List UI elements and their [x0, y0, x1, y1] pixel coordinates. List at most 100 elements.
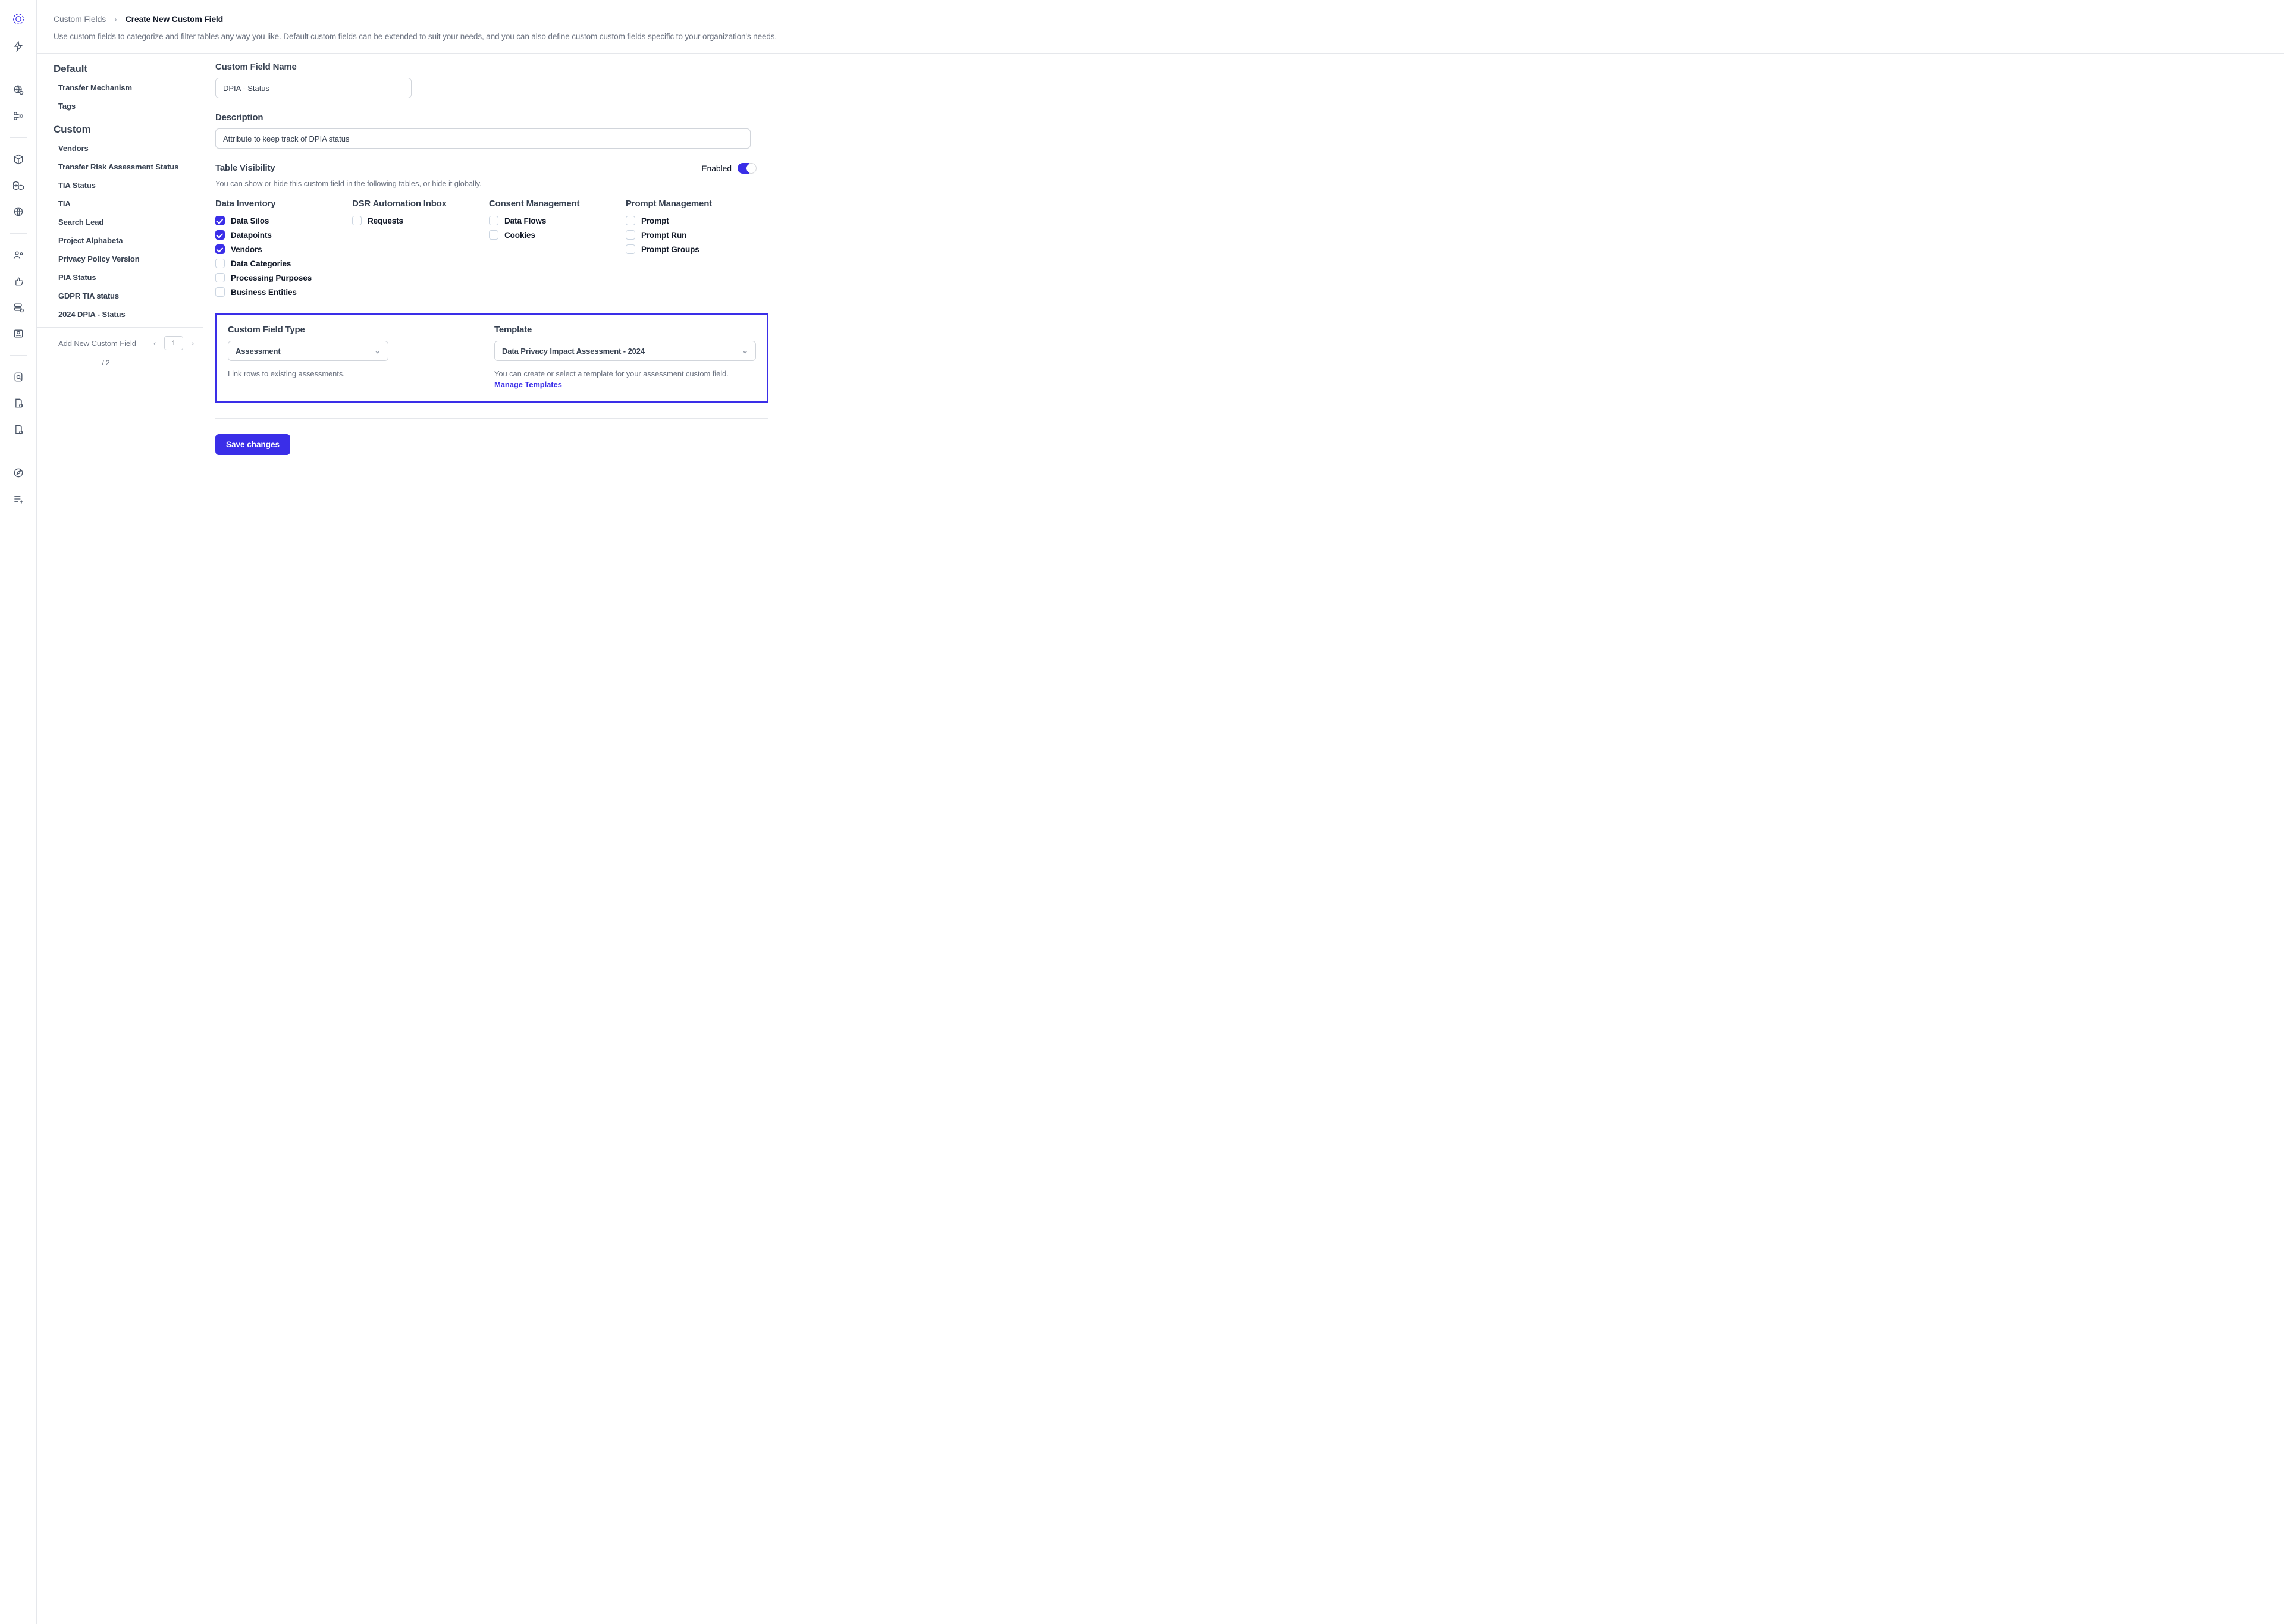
visibility-option-label: Data Silos: [231, 216, 269, 225]
chevron-right-icon: ›: [114, 14, 117, 24]
visibility-option[interactable]: Prompt Groups: [626, 242, 763, 256]
checkbox[interactable]: [215, 216, 225, 225]
visibility-option-label: Prompt: [641, 216, 669, 225]
save-button[interactable]: Save changes: [215, 434, 290, 455]
visibility-option[interactable]: Prompt: [626, 213, 763, 228]
file-search-icon[interactable]: [11, 396, 26, 410]
field-desc-input[interactable]: [215, 128, 751, 149]
id-card-icon[interactable]: [11, 326, 26, 341]
side-item[interactable]: Privacy Policy Version: [37, 250, 203, 268]
globe-gear-icon[interactable]: [11, 83, 26, 97]
side-item[interactable]: GDPR TIA status: [37, 287, 203, 305]
stack-gear-icon[interactable]: [11, 300, 26, 315]
side-item[interactable]: Search Lead: [37, 213, 203, 231]
checkbox[interactable]: [215, 259, 225, 268]
visibility-option[interactable]: Processing Purposes: [215, 271, 352, 285]
side-group-custom: Custom: [37, 121, 203, 139]
pager-prev-icon[interactable]: ‹: [150, 338, 159, 348]
checkbox[interactable]: [626, 244, 635, 254]
enabled-label: Enabled: [701, 164, 732, 173]
visibility-option[interactable]: Cookies: [489, 228, 626, 242]
search-doc-icon[interactable]: [11, 370, 26, 384]
vis-col-title: Prompt Management: [626, 199, 763, 209]
visibility-option[interactable]: Business Entities: [215, 285, 352, 299]
checkbox[interactable]: [626, 230, 635, 240]
thumbs-up-icon[interactable]: [11, 274, 26, 288]
breadcrumb-current: Create New Custom Field: [126, 14, 223, 24]
visibility-option-label: Prompt Run: [641, 231, 686, 240]
nodes-icon[interactable]: [11, 109, 26, 123]
side-item[interactable]: TIA Status: [37, 176, 203, 194]
visibility-option-label: Prompt Groups: [641, 245, 699, 254]
pager-next-icon[interactable]: ›: [188, 338, 197, 348]
field-desc-label: Description: [215, 112, 2274, 122]
template-label: Template: [494, 325, 756, 335]
form-main: Custom Field Name Description Table Visi…: [203, 54, 2284, 479]
side-item[interactable]: Transfer Risk Assessment Status: [37, 158, 203, 176]
vis-col-title: Data Inventory: [215, 199, 352, 209]
side-item[interactable]: Vendors: [37, 139, 203, 158]
side-item[interactable]: PIA Status: [37, 268, 203, 287]
checkbox[interactable]: [215, 230, 225, 240]
visibility-option-label: Data Flows: [504, 216, 546, 225]
template-sub: You can create or select a template for …: [494, 369, 756, 378]
side-item[interactable]: 2024 DPIA - Status: [37, 305, 203, 323]
list-plus-icon[interactable]: [11, 492, 26, 506]
side-group-default: Default: [37, 61, 203, 78]
checkbox[interactable]: [489, 216, 498, 225]
cubes-icon[interactable]: [11, 178, 26, 193]
add-custom-field-link[interactable]: Add New Custom Field: [58, 339, 136, 348]
page-description: Use custom fields to categorize and filt…: [54, 32, 2267, 41]
cube-icon[interactable]: [11, 152, 26, 167]
checkbox[interactable]: [215, 273, 225, 282]
visibility-option[interactable]: Data Categories: [215, 256, 352, 271]
field-type-select[interactable]: Assessment ⌄: [228, 341, 388, 361]
checkbox[interactable]: [626, 216, 635, 225]
field-type-sub: Link rows to existing assessments.: [228, 369, 470, 378]
nav-rail: [0, 0, 37, 1624]
vis-col-title: DSR Automation Inbox: [352, 199, 489, 209]
side-item[interactable]: Project Alphabeta: [37, 231, 203, 250]
custom-fields-sidebar: Default Transfer Mechanism Tags Custom V…: [37, 54, 203, 479]
side-item[interactable]: Transfer Mechanism: [37, 78, 203, 97]
breadcrumb-root[interactable]: Custom Fields: [54, 14, 106, 24]
side-item[interactable]: TIA: [37, 194, 203, 213]
people-icon[interactable]: [11, 248, 26, 262]
field-name-input[interactable]: [215, 78, 412, 98]
pager: ‹ 1 ›: [150, 336, 197, 350]
chevron-down-icon: ⌄: [742, 346, 748, 356]
manage-templates-link[interactable]: Manage Templates: [494, 380, 562, 389]
breadcrumb: Custom Fields › Create New Custom Field: [54, 14, 2267, 24]
template-select[interactable]: Data Privacy Impact Assessment - 2024 ⌄: [494, 341, 756, 361]
visibility-option[interactable]: Data Silos: [215, 213, 352, 228]
side-item[interactable]: Tags: [37, 97, 203, 115]
file-gear-icon[interactable]: [11, 422, 26, 436]
visibility-option-label: Processing Purposes: [231, 274, 312, 282]
checkbox[interactable]: [215, 287, 225, 297]
visibility-label: Table Visibility: [215, 163, 482, 173]
checkbox[interactable]: [352, 216, 362, 225]
vis-col-title: Consent Management: [489, 199, 626, 209]
field-type-label: Custom Field Type: [228, 325, 470, 335]
visibility-option[interactable]: Prompt Run: [626, 228, 763, 242]
enabled-toggle[interactable]: [738, 163, 757, 174]
visibility-option-label: Cookies: [504, 231, 535, 240]
compass-icon[interactable]: [11, 466, 26, 480]
pager-total: / 2: [37, 356, 203, 367]
visibility-option[interactable]: Requests: [352, 213, 489, 228]
checkbox[interactable]: [215, 244, 225, 254]
visibility-option[interactable]: Datapoints: [215, 228, 352, 242]
brand-logo-icon[interactable]: [10, 11, 27, 27]
visibility-option[interactable]: Data Flows: [489, 213, 626, 228]
bolt-badge-icon[interactable]: [11, 39, 26, 54]
visibility-option-label: Requests: [368, 216, 403, 225]
pager-current[interactable]: 1: [164, 336, 183, 350]
template-value: Data Privacy Impact Assessment - 2024: [502, 347, 645, 356]
checkbox[interactable]: [489, 230, 498, 240]
type-template-highlight: Custom Field Type Assessment ⌄ Link rows…: [215, 313, 768, 403]
field-type-value: Assessment: [236, 347, 281, 356]
field-name-label: Custom Field Name: [215, 62, 2274, 72]
visibility-option-label: Business Entities: [231, 288, 297, 297]
globe-icon[interactable]: [11, 205, 26, 219]
visibility-option[interactable]: Vendors: [215, 242, 352, 256]
